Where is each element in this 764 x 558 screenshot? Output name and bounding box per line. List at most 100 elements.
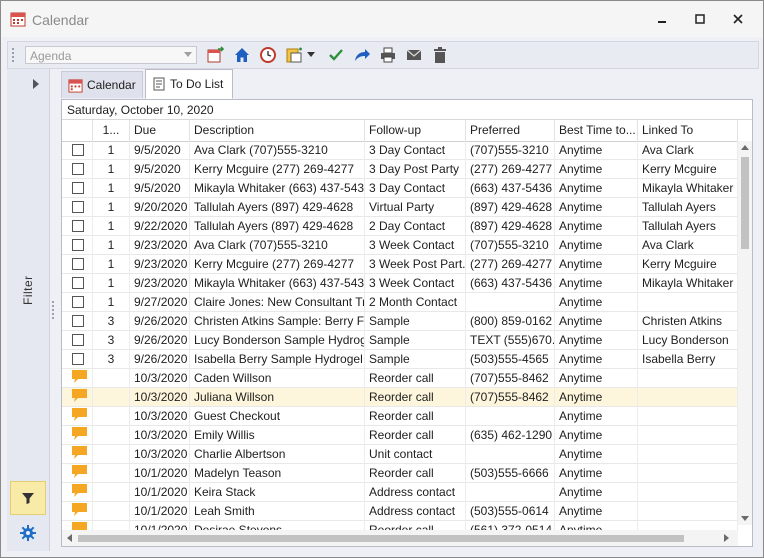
cell-best-time: Anytime [555,255,638,274]
filter-button[interactable] [10,481,46,515]
scroll-up-arrow-icon[interactable] [741,145,749,150]
tab-to-do-list[interactable]: To Do List [145,69,233,99]
horizontal-scrollbar[interactable] [62,530,738,546]
print-button[interactable] [379,46,397,64]
note-bubble-icon[interactable] [72,503,87,516]
table-row[interactable]: 10/3/2020 Juliana Willson Reorder call (707… [62,388,738,407]
complete-checkbox[interactable] [72,220,84,232]
cell-priority [93,445,130,464]
note-bubble-icon[interactable] [72,389,87,402]
table-row[interactable]: 1 9/20/2020 Tallulah Ayers (897) 429-4628 V… [62,198,738,217]
email-button[interactable] [405,46,423,64]
filter-panel-label[interactable]: Filter [21,275,35,305]
tab-calendar[interactable]: Calendar [61,71,143,98]
complete-checkbox[interactable] [72,201,84,213]
table-row[interactable]: 10/3/2020 Caden Willson Reorder call (707)5… [62,369,738,388]
close-button[interactable] [725,9,751,29]
table-row[interactable]: 1 9/23/2020 Mikayla Whitaker (663) 437-543… [62,274,738,293]
note-bubble-icon[interactable] [72,427,87,440]
header-col-select[interactable] [62,120,93,141]
paste-dropdown-button[interactable] [306,46,316,64]
table-row[interactable]: 1 9/5/2020 Mikayla Whitaker (663) 437-5436… [62,179,738,198]
complete-checkbox[interactable] [72,182,84,194]
table-row[interactable]: 10/1/2020 Leah Smith Address contact (503)5… [62,502,738,521]
cell-best-time: Anytime [555,445,638,464]
expand-panel-arrow-icon[interactable] [33,79,39,89]
cell-description: Juliana Willson [190,388,365,407]
cell-preferred: (897) 429-4628 [466,198,555,217]
maximize-button[interactable] [687,9,713,29]
table-row[interactable]: 1 9/27/2020 Claire Jones: New Consultant T… [62,293,738,312]
note-bubble-icon[interactable] [72,370,87,383]
note-bubble-icon[interactable] [72,408,87,421]
new-appointment-button[interactable] [207,46,225,64]
scroll-left-arrow-icon[interactable] [67,534,72,542]
paste-button[interactable] [285,46,303,64]
cell-follow-up: Unit contact [365,445,466,464]
table-row[interactable]: 10/3/2020 Charlie Albertson Unit contact An… [62,445,738,464]
forward-button[interactable] [353,46,371,64]
tab-to-do-list-label: To Do List [170,77,224,91]
table-row[interactable]: 1 9/23/2020 Kerry Mcguire (277) 269-4277 3 … [62,255,738,274]
table-row[interactable]: 10/3/2020 Guest Checkout Reorder call Anyti… [62,407,738,426]
horizontal-scroll-thumb[interactable] [78,535,684,542]
header-col-preferred[interactable]: Preferred [466,120,555,141]
complete-checkbox[interactable] [72,277,84,289]
header-col-linked-to[interactable]: Linked To [638,120,738,141]
note-bubble-icon[interactable] [72,446,87,459]
header-col-follow-up[interactable]: Follow-up [365,120,466,141]
cell-best-time: Anytime [555,160,638,179]
header-col-due[interactable]: Due [130,120,190,141]
table-row[interactable]: 3 9/26/2020 Lucy Bonderson Sample Hydroge.… [62,331,738,350]
complete-checkbox[interactable] [72,334,84,346]
vertical-scroll-thumb[interactable] [741,157,749,249]
complete-checkbox[interactable] [72,239,84,251]
note-bubble-icon[interactable] [72,465,87,478]
table-row[interactable]: 10/1/2020 Keira Stack Address contact Anyti… [62,483,738,502]
table-row[interactable]: 10/3/2020 Emily Willis Reorder call (635) 4… [62,426,738,445]
cell-preferred: (635) 462-1290 [466,426,555,445]
toolbar-grip[interactable] [12,48,17,62]
cell-follow-up: Reorder call [365,407,466,426]
cell-due: 9/20/2020 [130,198,190,217]
note-bubble-icon[interactable] [72,484,87,497]
panel-splitter[interactable] [52,301,58,319]
cell-follow-up: Virtual Party [365,198,466,217]
cell-priority [93,388,130,407]
scroll-down-arrow-icon[interactable] [741,516,749,521]
cell-priority: 3 [93,331,130,350]
reminder-button[interactable] [259,46,277,64]
complete-checkbox[interactable] [72,163,84,175]
vertical-scrollbar[interactable] [738,141,752,525]
view-combo[interactable]: Agenda [25,46,197,64]
complete-checkbox[interactable] [72,296,84,308]
complete-checkbox[interactable] [72,258,84,270]
cell-follow-up: Reorder call [365,369,466,388]
table-row[interactable]: 1 9/5/2020 Kerry Mcguire (277) 269-4277 3 D… [62,160,738,179]
settings-button[interactable] [18,523,38,543]
cell-priority: 3 [93,350,130,369]
header-col-priority[interactable]: 1... [93,120,130,141]
header-col-best-time[interactable]: Best Time to... [555,120,638,141]
table-row[interactable]: 3 9/26/2020 Isabella Berry Sample Hydrogel… [62,350,738,369]
table-row[interactable]: 10/1/2020 Madelyn Teason Reorder call (503)… [62,464,738,483]
complete-checkbox[interactable] [72,353,84,365]
cell-priority: 1 [93,141,130,160]
cell-linked-to: Ava Clark [638,141,738,160]
complete-checkbox[interactable] [72,144,84,156]
minimize-button[interactable] [649,9,675,29]
complete-button[interactable] [327,46,345,64]
complete-checkbox[interactable] [72,315,84,327]
new-appointment-icon [207,46,225,63]
cell-preferred [466,407,555,426]
table-row[interactable]: 1 9/23/2020 Ava Clark (707)555-3210 3 Week … [62,236,738,255]
table-row[interactable]: 1 9/22/2020 Tallulah Ayers (897) 429-4628 2… [62,217,738,236]
cell-preferred: (897) 429-4628 [466,217,555,236]
scroll-right-arrow-icon[interactable] [724,534,729,542]
table-row[interactable]: 1 9/5/2020 Ava Clark (707)555-3210 3 Day Co… [62,141,738,160]
cell-priority: 1 [93,293,130,312]
home-button[interactable] [233,46,251,64]
header-col-description[interactable]: Description [190,120,365,141]
table-row[interactable]: 3 9/26/2020 Christen Atkins Sample: Berry … [62,312,738,331]
delete-button[interactable] [431,46,449,64]
